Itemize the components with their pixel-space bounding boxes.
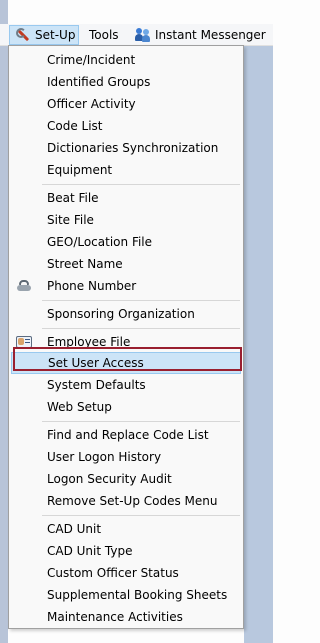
menu-item-label: Site File	[47, 213, 94, 227]
menu-item-employee-file[interactable]: Employee File	[11, 331, 241, 353]
menu-item-find-replace-code-list[interactable]: Find and Replace Code List	[11, 424, 241, 446]
menu-item-system-defaults[interactable]: System Defaults	[11, 374, 241, 396]
menu-item-equipment[interactable]: Equipment	[11, 159, 241, 181]
wrench-icon	[15, 27, 31, 43]
menu-item-label: Logon Security Audit	[47, 472, 172, 486]
menu-item-label: Remove Set-Up Codes Menu	[47, 494, 218, 508]
menu-separator	[42, 515, 240, 516]
menu-item-label: CAD Unit	[47, 522, 102, 536]
menu-item-beat-file[interactable]: Beat File	[11, 187, 241, 209]
menu-setup-label: Set-Up	[35, 28, 76, 42]
menu-item-label: Web Setup	[47, 400, 112, 414]
menu-item-label: Code List	[47, 119, 103, 133]
menu-separator	[42, 421, 240, 422]
menu-item-label: Employee File	[47, 335, 131, 349]
menu-instant-messenger[interactable]: Instant Messenger	[130, 25, 270, 45]
menu-item-label: Supplemental Booking Sheets	[47, 588, 228, 602]
app-background-right	[244, 46, 273, 643]
menu-item-geo-location-file[interactable]: GEO/Location File	[11, 231, 241, 253]
menu-item-cad-unit-type[interactable]: CAD Unit Type	[11, 540, 241, 562]
menu-separator	[42, 184, 240, 185]
menu-item-user-logon-history[interactable]: User Logon History	[11, 446, 241, 468]
menu-item-remove-setup-codes-menu[interactable]: Remove Set-Up Codes Menu	[11, 490, 241, 512]
menu-item-label: Equipment	[47, 163, 113, 177]
menu-separator	[42, 300, 240, 301]
menu-separator	[42, 328, 240, 329]
menu-item-code-list[interactable]: Code List	[11, 115, 241, 137]
menu-item-label: Officer Activity	[47, 97, 136, 111]
menu-item-label: Sponsoring Organization	[47, 307, 195, 321]
setup-dropdown-menu: Crime/Incident Identified Groups Officer…	[8, 45, 244, 629]
menu-item-maintenance-activities[interactable]: Maintenance Activities	[11, 606, 241, 628]
menu-item-supplemental-booking-sheets[interactable]: Supplemental Booking Sheets	[11, 584, 241, 606]
menu-item-sponsoring-organization[interactable]: Sponsoring Organization	[11, 303, 241, 325]
menu-item-web-setup[interactable]: Web Setup	[11, 396, 241, 418]
menu-item-phone-number[interactable]: Phone Number	[11, 275, 241, 297]
menu-item-label: Street Name	[47, 257, 123, 271]
menu-item-label: Phone Number	[47, 279, 137, 293]
menu-item-label: User Logon History	[47, 450, 162, 464]
telephone-icon	[16, 278, 32, 294]
menu-item-label: Dictionaries Synchronization	[47, 141, 219, 155]
menu-item-cad-unit[interactable]: CAD Unit	[11, 518, 241, 540]
menu-item-label: CAD Unit Type	[47, 544, 133, 558]
app-background-left	[0, 0, 8, 643]
menu-item-label: GEO/Location File	[47, 235, 153, 249]
menu-item-logon-security-audit[interactable]: Logon Security Audit	[11, 468, 241, 490]
menu-item-label: Identified Groups	[47, 75, 151, 89]
menu-item-site-file[interactable]: Site File	[11, 209, 241, 231]
menu-item-officer-activity[interactable]: Officer Activity	[11, 93, 241, 115]
menu-item-set-user-access[interactable]: Set User Access	[11, 352, 241, 374]
menu-item-dictionaries-sync[interactable]: Dictionaries Synchronization	[11, 137, 241, 159]
menu-setup[interactable]: Set-Up	[9, 25, 79, 45]
menu-item-label: Set User Access	[48, 356, 144, 370]
menu-tools-label: Tools	[89, 28, 119, 42]
menu-bar: Set-Up Tools Instant Messenger	[0, 24, 273, 46]
menu-tools[interactable]: Tools	[84, 25, 130, 45]
menu-item-label: Crime/Incident	[47, 53, 136, 67]
menu-item-identified-groups[interactable]: Identified Groups	[11, 71, 241, 93]
menu-item-label: Custom Officer Status	[47, 566, 179, 580]
users-icon	[135, 27, 151, 43]
menu-item-label: Maintenance Activities	[47, 610, 183, 624]
menu-item-label: System Defaults	[47, 378, 146, 392]
menu-item-label: Beat File	[47, 191, 99, 205]
id-card-icon	[16, 334, 32, 350]
menu-item-crime-incident[interactable]: Crime/Incident	[11, 49, 241, 71]
menu-item-custom-officer-status[interactable]: Custom Officer Status	[11, 562, 241, 584]
menu-instant-messenger-label: Instant Messenger	[155, 28, 266, 42]
menu-item-label: Find and Replace Code List	[47, 428, 209, 442]
menu-item-street-name[interactable]: Street Name	[11, 253, 241, 275]
